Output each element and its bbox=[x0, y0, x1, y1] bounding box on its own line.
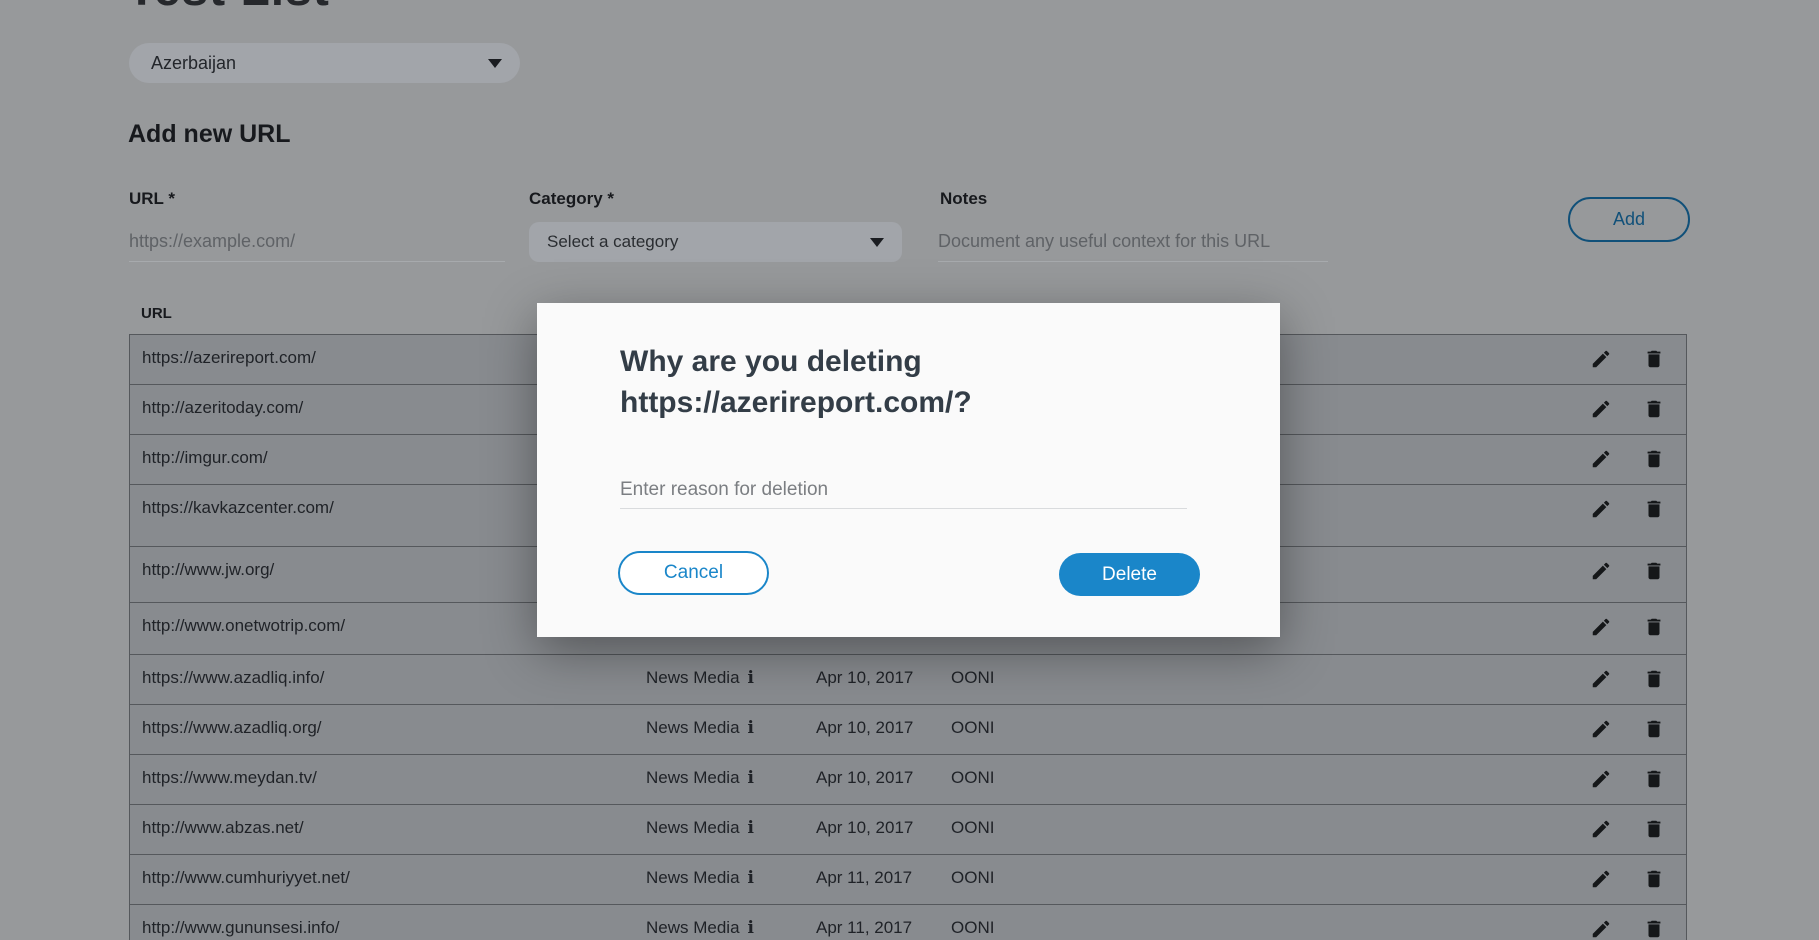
category-select-value: Select a category bbox=[547, 232, 678, 252]
add-button[interactable]: Add bbox=[1568, 197, 1690, 242]
edit-icon[interactable] bbox=[1590, 616, 1612, 643]
row-url: http://www.gununsesi.info/ bbox=[142, 918, 340, 938]
row-url: http://www.cumhuriyyet.net/ bbox=[142, 868, 350, 888]
edit-icon[interactable] bbox=[1590, 868, 1612, 895]
trash-icon[interactable] bbox=[1643, 448, 1665, 475]
trash-icon[interactable] bbox=[1643, 668, 1665, 695]
row-source: OONI bbox=[951, 768, 994, 788]
row-date-added: Apr 11, 2017 bbox=[816, 918, 912, 938]
trash-icon[interactable] bbox=[1643, 768, 1665, 795]
edit-icon[interactable] bbox=[1590, 818, 1612, 845]
row-url: https://kavkazcenter.com/ bbox=[142, 498, 334, 518]
category-label: Category * bbox=[529, 189, 614, 209]
trash-icon[interactable] bbox=[1643, 718, 1665, 745]
edit-icon[interactable] bbox=[1590, 560, 1612, 587]
notes-label: Notes bbox=[940, 189, 987, 209]
edit-icon[interactable] bbox=[1590, 718, 1612, 745]
info-icon[interactable]: i bbox=[748, 718, 754, 738]
category-select[interactable]: Select a category bbox=[529, 222, 902, 262]
notes-input[interactable] bbox=[938, 222, 1328, 262]
row-url: https://www.azadliq.info/ bbox=[142, 668, 324, 688]
row-url: http://www.onetwotrip.com/ bbox=[142, 616, 345, 636]
trash-icon[interactable] bbox=[1643, 918, 1665, 940]
info-icon[interactable]: i bbox=[748, 918, 754, 938]
table-row: http://www.gununsesi.info/ News Mediai A… bbox=[130, 905, 1686, 940]
row-category: News Mediai bbox=[646, 918, 754, 938]
trash-icon[interactable] bbox=[1643, 348, 1665, 375]
trash-icon[interactable] bbox=[1643, 868, 1665, 895]
info-icon[interactable]: i bbox=[748, 768, 754, 788]
cancel-button[interactable]: Cancel bbox=[618, 551, 769, 595]
table-row: https://www.azadliq.org/ News Mediai Apr… bbox=[130, 705, 1686, 755]
edit-icon[interactable] bbox=[1590, 498, 1612, 525]
info-icon[interactable]: i bbox=[748, 868, 754, 888]
delete-button[interactable]: Delete bbox=[1059, 553, 1200, 596]
row-url: http://www.jw.org/ bbox=[142, 560, 274, 580]
row-date-added: Apr 10, 2017 bbox=[816, 768, 913, 788]
info-icon[interactable]: i bbox=[748, 668, 754, 688]
country-select[interactable]: Azerbaijan bbox=[129, 43, 520, 83]
edit-icon[interactable] bbox=[1590, 348, 1612, 375]
trash-icon[interactable] bbox=[1643, 616, 1665, 643]
url-input[interactable] bbox=[129, 222, 505, 262]
row-date-added: Apr 10, 2017 bbox=[816, 718, 913, 738]
row-url: http://www.abzas.net/ bbox=[142, 818, 304, 838]
table-row: https://www.azadliq.info/ News Mediai Ap… bbox=[130, 655, 1686, 705]
trash-icon[interactable] bbox=[1643, 560, 1665, 587]
url-label: URL * bbox=[129, 189, 175, 209]
chevron-down-icon bbox=[488, 59, 502, 68]
row-date-added: Apr 10, 2017 bbox=[816, 668, 913, 688]
page-title: Test List bbox=[127, 0, 330, 17]
trash-icon[interactable] bbox=[1643, 818, 1665, 845]
row-category: News Mediai bbox=[646, 868, 754, 888]
chevron-down-icon bbox=[870, 238, 884, 247]
modal-title: Why are you deleting https://azerireport… bbox=[620, 341, 1040, 423]
edit-icon[interactable] bbox=[1590, 918, 1612, 940]
table-row: http://www.cumhuriyyet.net/ News Mediai … bbox=[130, 855, 1686, 905]
edit-icon[interactable] bbox=[1590, 398, 1612, 425]
row-date-added: Apr 10, 2017 bbox=[816, 818, 913, 838]
info-icon[interactable]: i bbox=[748, 818, 754, 838]
row-url: https://azerireport.com/ bbox=[142, 348, 316, 368]
row-category: News Mediai bbox=[646, 718, 754, 738]
add-url-heading: Add new URL bbox=[128, 120, 291, 149]
row-source: OONI bbox=[951, 818, 994, 838]
row-source: OONI bbox=[951, 868, 994, 888]
row-url: http://imgur.com/ bbox=[142, 448, 268, 468]
edit-icon[interactable] bbox=[1590, 448, 1612, 475]
row-source: OONI bbox=[951, 718, 994, 738]
country-select-value: Azerbaijan bbox=[151, 53, 236, 74]
edit-icon[interactable] bbox=[1590, 668, 1612, 695]
row-url: https://www.meydan.tv/ bbox=[142, 768, 317, 788]
delete-url-modal: Why are you deleting https://azerireport… bbox=[537, 303, 1280, 637]
trash-icon[interactable] bbox=[1643, 398, 1665, 425]
table-row: http://www.abzas.net/ News Mediai Apr 10… bbox=[130, 805, 1686, 855]
row-category: News Mediai bbox=[646, 768, 754, 788]
row-date-added: Apr 11, 2017 bbox=[816, 868, 912, 888]
edit-icon[interactable] bbox=[1590, 768, 1612, 795]
row-source: OONI bbox=[951, 918, 994, 938]
row-url: https://www.azadliq.org/ bbox=[142, 718, 322, 738]
row-url: http://azeritoday.com/ bbox=[142, 398, 303, 418]
row-source: OONI bbox=[951, 668, 994, 688]
row-category: News Mediai bbox=[646, 668, 754, 688]
table-row: https://www.meydan.tv/ News Mediai Apr 1… bbox=[130, 755, 1686, 805]
trash-icon[interactable] bbox=[1643, 498, 1665, 525]
deletion-reason-input[interactable] bbox=[620, 471, 1187, 509]
row-category: News Mediai bbox=[646, 818, 754, 838]
url-column-header: URL bbox=[141, 305, 172, 322]
